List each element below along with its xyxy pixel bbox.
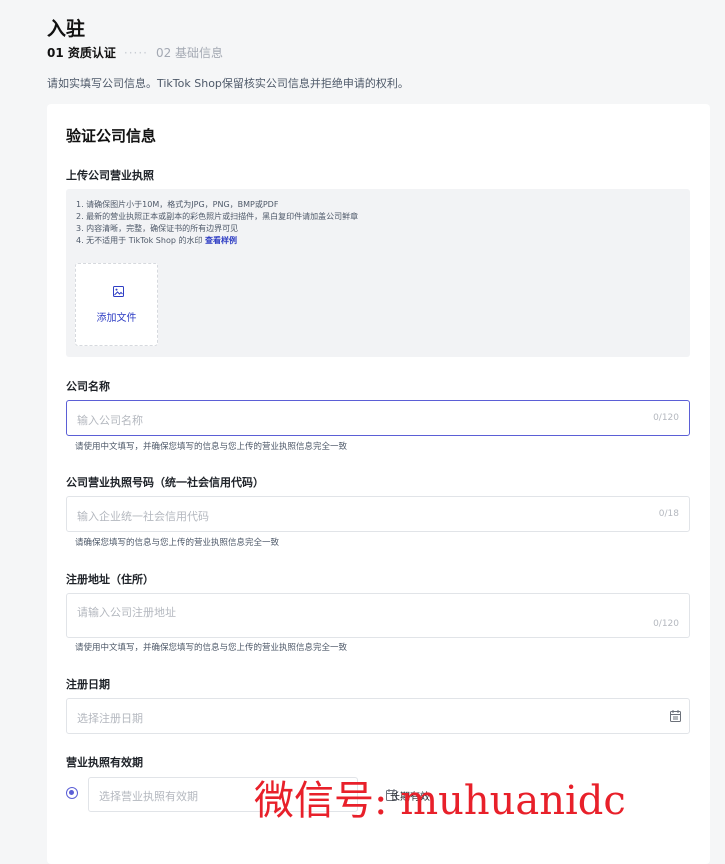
- expiry-date-radio[interactable]: [66, 787, 78, 799]
- license-number-placeholder: 输入企业统一社会信用代码: [77, 510, 209, 523]
- address-label: 注册地址（住所）: [66, 573, 154, 586]
- company-name-label: 公司名称: [66, 380, 110, 393]
- add-file-label: 添加文件: [96, 313, 137, 324]
- reg-date-picker[interactable]: 选择注册日期: [66, 698, 690, 734]
- company-name-placeholder: 输入公司名称: [77, 414, 143, 427]
- tip-line: 1. 请确保图片小于10M，格式为JPG，PNG，BMP或PDF: [76, 200, 279, 209]
- image-icon: [113, 286, 124, 297]
- company-name-counter: 0/120: [653, 413, 679, 423]
- company-name-input[interactable]: 输入公司名称 0/120: [66, 400, 690, 436]
- reg-date-placeholder: 选择注册日期: [77, 712, 143, 725]
- tip-line: 2. 最新的营业执照正本或副本的彩色照片或扫描件，黑白复印件请加盖公司鲜章: [76, 212, 359, 221]
- company-name-hint: 请使用中文填写，并确保您填写的信息与您上传的营业执照信息完全一致: [75, 442, 348, 452]
- step-basic-info: 02 基础信息: [155, 46, 224, 60]
- add-file-button[interactable]: 添加文件: [75, 263, 158, 346]
- reg-date-label: 注册日期: [66, 678, 110, 691]
- company-form-card: 验证公司信息 上传公司营业执照 1. 请确保图片小于10M，格式为JPG，PNG…: [47, 104, 710, 864]
- view-sample-link[interactable]: 查看样例: [205, 236, 237, 245]
- expiry-placeholder: 选择营业执照有效期: [99, 790, 198, 803]
- license-number-input[interactable]: 输入企业统一社会信用代码 0/18: [66, 496, 690, 532]
- tip-text: 4. 无不适用于 TikTok Shop 的水印: [76, 236, 203, 245]
- license-number-label: 公司营业执照号码（统一社会信用代码）: [66, 476, 264, 489]
- page-title: 入驻: [47, 18, 86, 40]
- step-separator: ·····: [123, 45, 148, 60]
- address-placeholder: 请输入公司注册地址: [77, 606, 176, 619]
- license-number-hint: 请确保您填写的信息与您上传的营业执照信息完全一致: [75, 538, 280, 548]
- license-upload-box: 1. 请确保图片小于10M，格式为JPG，PNG，BMP或PDF 2. 最新的营…: [66, 189, 690, 357]
- tip-line: 4. 无不适用于 TikTok Shop 的水印 查看样例: [76, 235, 358, 247]
- expiry-label: 营业执照有效期: [66, 756, 143, 769]
- step-qualification: 01 资质认证: [47, 46, 116, 60]
- tip-line: 3. 内容清晰，完整，确保证书的所有边界可见: [76, 224, 239, 233]
- license-upload-label: 上传公司营业执照: [66, 169, 154, 182]
- address-counter: 0/120: [653, 619, 679, 629]
- license-number-counter: 0/18: [658, 509, 679, 519]
- intro-text: 请如实填写公司信息。TikTok Shop保留核实公司信息并拒绝申请的权利。: [47, 77, 409, 90]
- stepper: 01 资质认证 ····· 02 基础信息: [47, 44, 223, 61]
- address-textarea[interactable]: 请输入公司注册地址 0/120: [66, 593, 690, 638]
- watermark-text: 微信号: muhuanidc: [254, 778, 626, 824]
- upload-tips: 1. 请确保图片小于10M，格式为JPG，PNG，BMP或PDF 2. 最新的营…: [76, 199, 358, 247]
- card-title: 验证公司信息: [66, 127, 157, 145]
- calendar-icon: [670, 710, 681, 722]
- address-hint: 请使用中文填写，并确保您填写的信息与您上传的营业执照信息完全一致: [75, 643, 348, 653]
